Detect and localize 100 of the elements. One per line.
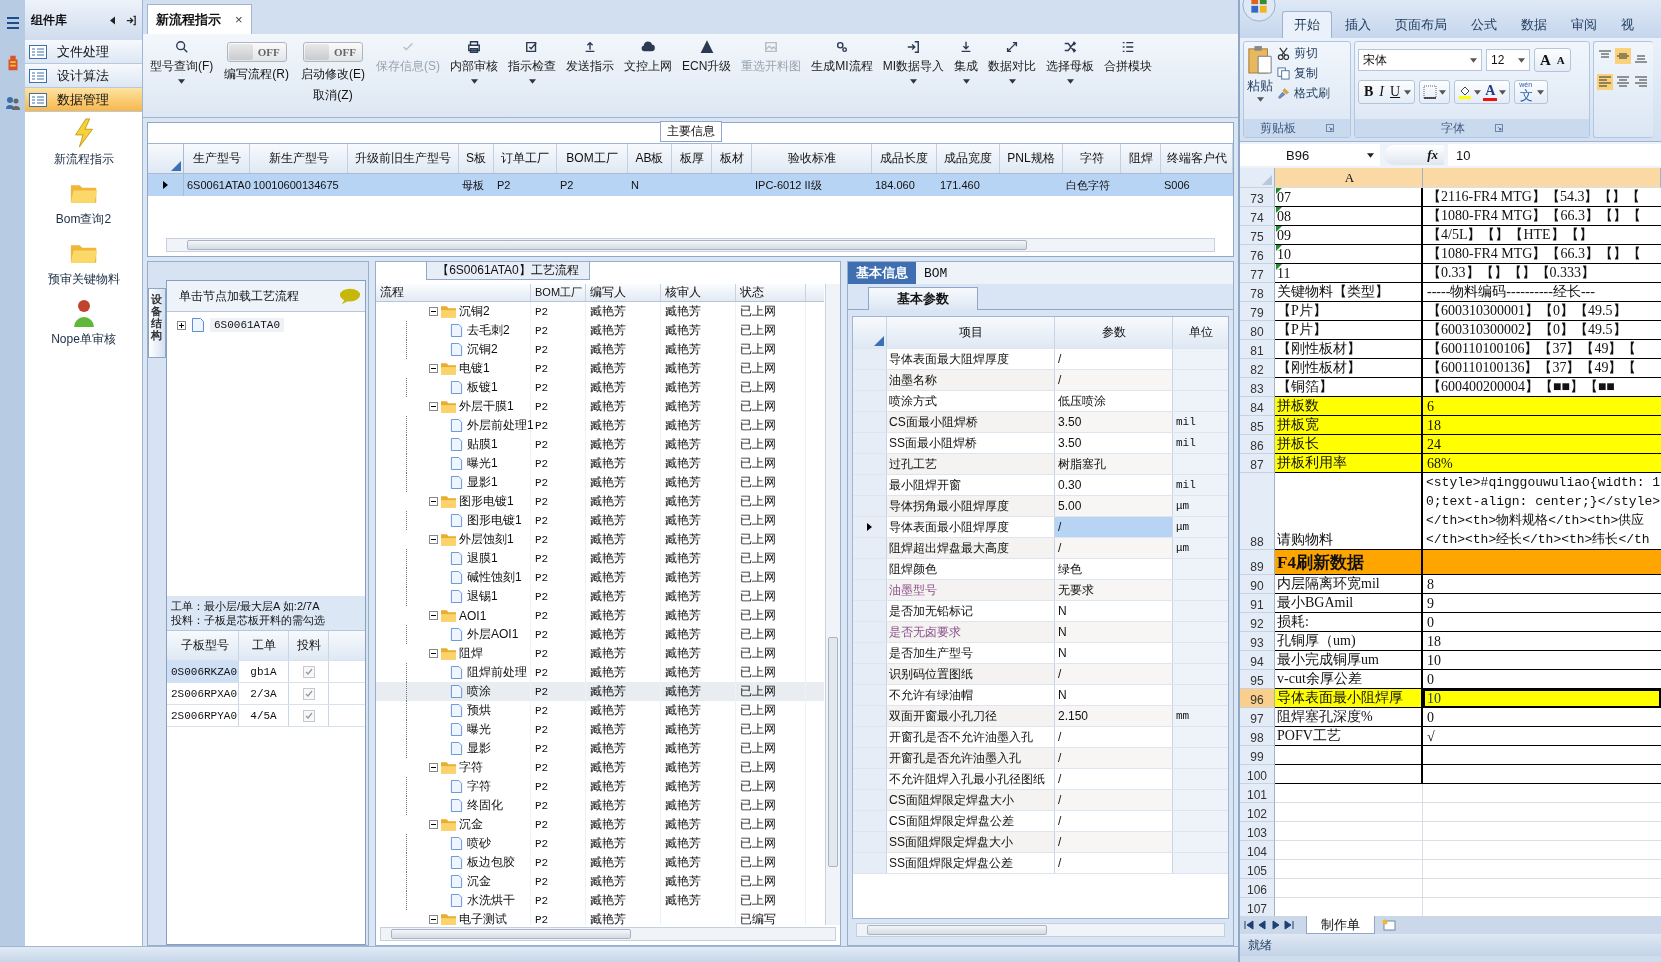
- row-number[interactable]: 83: [1240, 378, 1275, 397]
- sheet-cell[interactable]: F4刷新数据: [1275, 550, 1423, 575]
- name-box[interactable]: B96: [1240, 144, 1380, 166]
- process-row[interactable]: 碱性蚀刻1 P2 臧艳芳 臧艳芳 已上网: [376, 568, 824, 587]
- ribbon-tab[interactable]: 视: [1610, 11, 1645, 38]
- new-sheet-icon[interactable]: [1381, 919, 1397, 931]
- column-header[interactable]: BOM工厂: [557, 144, 628, 173]
- row-number[interactable]: 87: [1240, 454, 1275, 473]
- process-row[interactable]: 显影 P2 臧艳芳 臧艳芳 已上网: [376, 739, 824, 758]
- row-number[interactable]: 91: [1240, 594, 1275, 613]
- sheet-cell[interactable]: 最小完成铜厚um: [1275, 651, 1423, 670]
- sheet-cell[interactable]: 18: [1423, 632, 1661, 651]
- toolbar-button[interactable]: 文控上网: [621, 38, 675, 77]
- column-header[interactable]: 阻焊: [1121, 144, 1161, 173]
- column-header[interactable]: 新生产型号: [250, 144, 348, 173]
- sheet-cell[interactable]: POFV工艺: [1275, 727, 1423, 746]
- align-middle-icon[interactable]: [1615, 48, 1631, 64]
- row-number[interactable]: 81: [1240, 340, 1275, 359]
- column-header[interactable]: S板: [459, 144, 494, 173]
- column-header[interactable]: 生产型号: [184, 144, 250, 173]
- collapse-icon[interactable]: [429, 820, 438, 829]
- font-name-field[interactable]: 宋体: [1358, 49, 1482, 71]
- row-number[interactable]: 97: [1240, 708, 1275, 727]
- table-cell[interactable]: 5.00: [1055, 496, 1173, 516]
- sheet-cell[interactable]: 【4/5L】【】【HTE】【】: [1423, 226, 1661, 245]
- checkbox[interactable]: [302, 687, 315, 700]
- ribbon-button[interactable]: 剪切: [1277, 45, 1330, 62]
- table-cell[interactable]: 2S006RPYA0: [167, 705, 239, 726]
- scrollbar[interactable]: [856, 923, 1225, 937]
- column-header[interactable]: 项目: [887, 317, 1055, 348]
- sheet-cell[interactable]: 【600110100136】【37】【49】【: [1423, 359, 1661, 378]
- sheet-cell[interactable]: 10: [1423, 689, 1661, 708]
- column-header[interactable]: A: [1275, 168, 1423, 188]
- tree-node[interactable]: 水洗烘干: [467, 892, 515, 909]
- table-cell[interactable]: /: [1055, 370, 1173, 390]
- process-row[interactable]: 喷砂 P2 臧艳芳 臧艳芳 已上网: [376, 834, 824, 853]
- nav-item[interactable]: 数据管理: [25, 88, 142, 112]
- column-header[interactable]: PNL规格: [1000, 144, 1063, 173]
- sheet-cell[interactable]: 拼板长: [1275, 435, 1423, 454]
- row-number[interactable]: 99: [1240, 746, 1275, 765]
- sheet-cell[interactable]: 0: [1423, 708, 1661, 727]
- row-number[interactable]: 73: [1240, 188, 1275, 207]
- table-cell[interactable]: 树脂塞孔: [1055, 454, 1173, 474]
- column-header[interactable]: 成品长度: [872, 144, 937, 173]
- vertical-tab[interactable]: 设备结构: [148, 288, 166, 358]
- toolbar-button[interactable]: MI数据导入: [879, 38, 948, 86]
- tree-node[interactable]: 外层干膜1: [459, 398, 514, 415]
- toolbar-button[interactable]: 型号查询(F): [147, 38, 217, 86]
- tree-node[interactable]: 显影: [467, 740, 491, 757]
- sheet-cell[interactable]: 8: [1423, 575, 1661, 594]
- ribbon-tab[interactable]: 审阅: [1560, 11, 1608, 38]
- sheet-cell[interactable]: √: [1423, 727, 1661, 746]
- font-size-field[interactable]: 12: [1486, 49, 1530, 71]
- row-number[interactable]: 102: [1240, 803, 1275, 822]
- process-row[interactable]: 沉铜2 P2 臧艳芳 臧艳芳 已上网: [376, 340, 824, 359]
- table-cell[interactable]: 3.50: [1055, 433, 1173, 453]
- tree-node[interactable]: 外层蚀刻1: [459, 531, 514, 548]
- sheet-cell[interactable]: 08: [1275, 207, 1423, 226]
- row-number[interactable]: 107: [1240, 898, 1275, 916]
- column-header[interactable]: 终端客户代: [1161, 144, 1233, 173]
- row-number[interactable]: 74: [1240, 207, 1275, 226]
- scrollbar[interactable]: [825, 284, 840, 925]
- align-right-icon[interactable]: [1633, 74, 1649, 90]
- process-row[interactable]: 外层前处理1 P2 臧艳芳 臧艳芳 已上网: [376, 416, 824, 435]
- row-number[interactable]: 106: [1240, 879, 1275, 898]
- process-row[interactable]: 去毛刺2 P2 臧艳芳 臧艳芳 已上网: [376, 321, 824, 340]
- table-cell[interactable]: /: [1055, 790, 1173, 810]
- sheet-cell[interactable]: 07: [1275, 188, 1423, 207]
- tree-node[interactable]: 显影1: [467, 474, 498, 491]
- ribbon-button[interactable]: 格式刷: [1277, 85, 1330, 102]
- sheet-cell[interactable]: 拼板数: [1275, 397, 1423, 416]
- ribbon-tab[interactable]: 开始: [1282, 11, 1332, 38]
- tree-node[interactable]: 沉铜2: [459, 303, 490, 320]
- sheet-cell[interactable]: 09: [1275, 226, 1423, 245]
- table-cell[interactable]: /: [1055, 538, 1173, 558]
- sheet-cell[interactable]: 【600310300002】【0】【49.5】: [1423, 321, 1661, 340]
- formula-field[interactable]: 10: [1448, 144, 1661, 166]
- row-number[interactable]: 93: [1240, 632, 1275, 651]
- column-header[interactable]: 升级前旧生产型号: [348, 144, 459, 173]
- sheet-cell[interactable]: 【1080-FR4 MTG】【66.3】【】【: [1423, 207, 1661, 226]
- checkbox[interactable]: [302, 709, 315, 722]
- tree-node[interactable]: 电镀1: [459, 360, 490, 377]
- tree-node[interactable]: 外层前处理1: [467, 417, 534, 434]
- column-header[interactable]: 字符: [1063, 144, 1121, 173]
- column-header[interactable]: 子板型号: [167, 631, 239, 660]
- collapse-icon[interactable]: [429, 763, 438, 772]
- ribbon-tab[interactable]: 页面布局: [1384, 11, 1458, 38]
- sheet-cell[interactable]: 10: [1275, 245, 1423, 264]
- row-number[interactable]: 85: [1240, 416, 1275, 435]
- process-row[interactable]: 字符 P2 臧艳芳 臧艳芳 已上网: [376, 758, 824, 777]
- style-button[interactable]: B: [1362, 85, 1376, 99]
- column-header[interactable]: BOM工厂: [531, 284, 586, 301]
- table-cell[interactable]: N: [1055, 685, 1173, 705]
- function-button[interactable]: fx: [1427, 147, 1438, 163]
- row-number[interactable]: 100: [1240, 765, 1275, 784]
- row-number[interactable]: 89: [1240, 550, 1275, 575]
- row-number[interactable]: 80: [1240, 321, 1275, 340]
- tool-item[interactable]: 预审关键物料: [25, 232, 142, 292]
- style-button[interactable]: U: [1388, 85, 1403, 99]
- process-row[interactable]: 电镀1 P2 臧艳芳 臧艳芳 已上网: [376, 359, 824, 378]
